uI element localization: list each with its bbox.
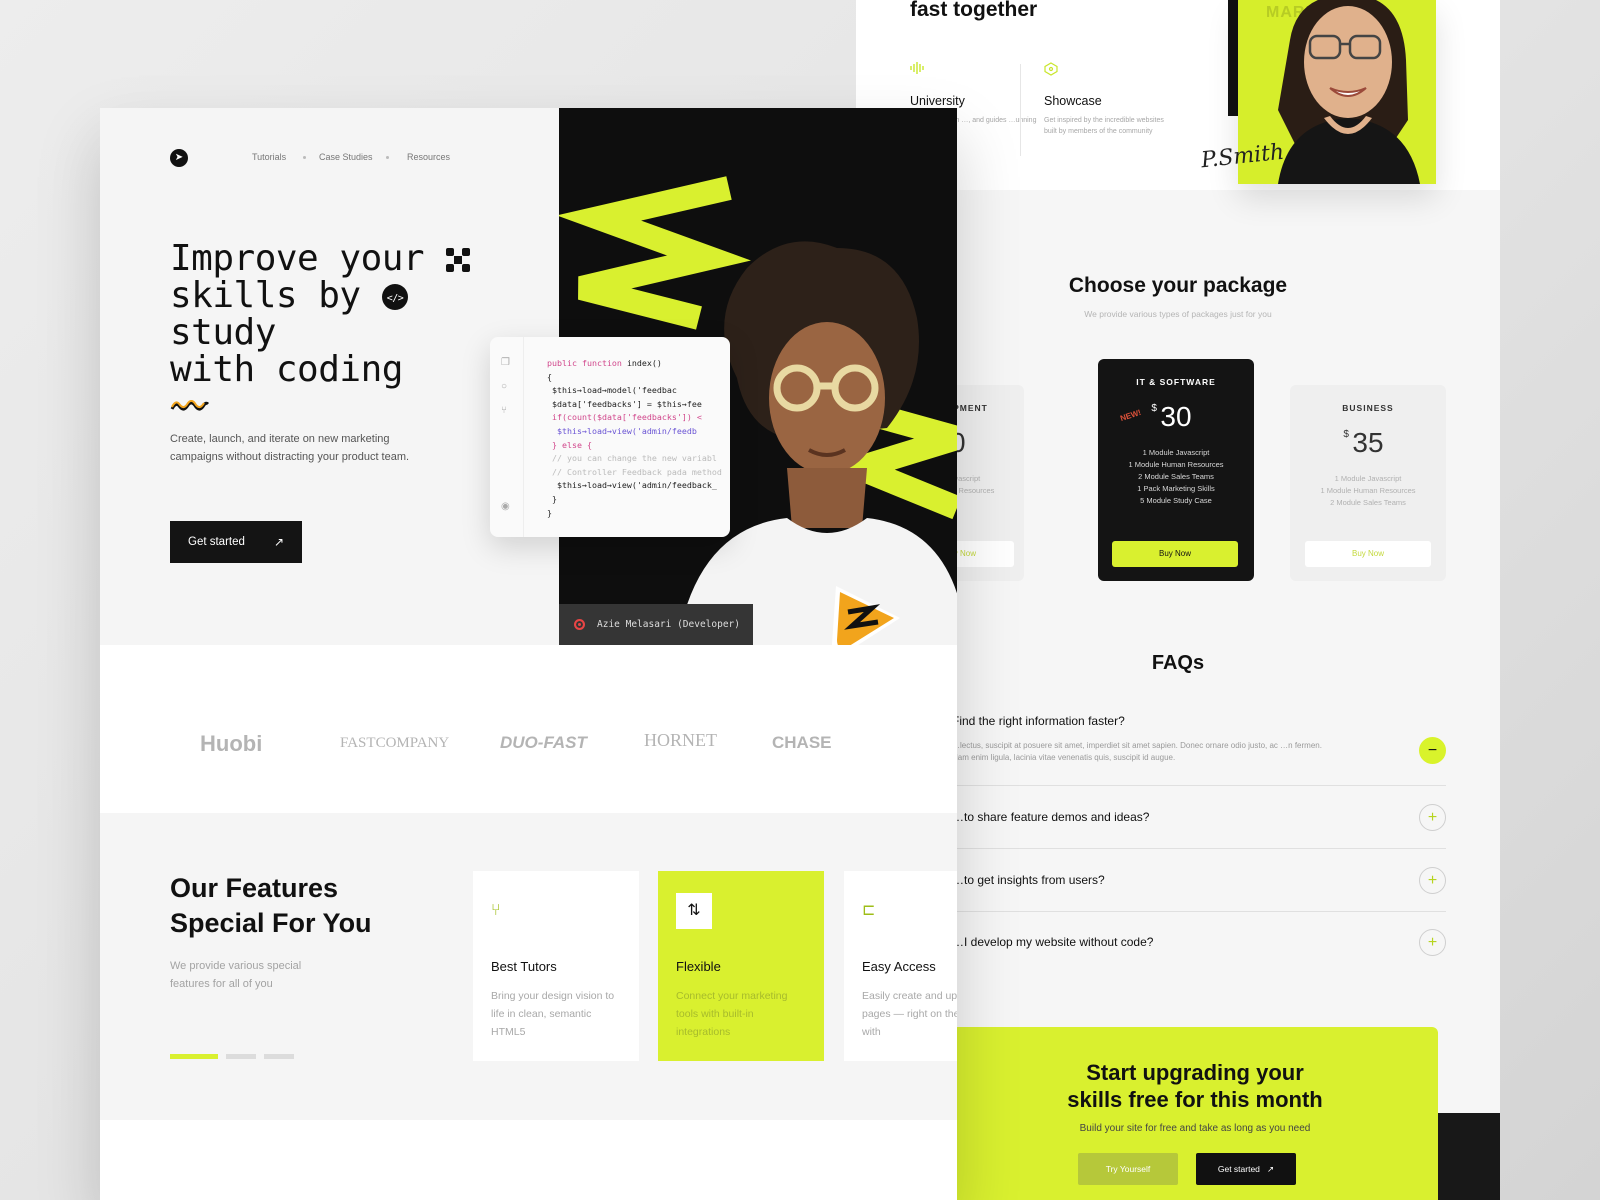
- package-card-it-software: IT & SOFTWARE NEW! $30 1 Module Javascri…: [1098, 359, 1254, 581]
- editor-sidebar: ❐ ○ ⑂ ◉: [490, 337, 524, 537]
- features-title: Our Features Special For You: [170, 873, 372, 938]
- code-editor-card: ❐ ○ ⑂ ◉ public function index() { $this→…: [490, 337, 730, 537]
- faq-question: …to get insights from users?: [952, 873, 1105, 887]
- new-badge: NEW!: [1119, 407, 1143, 424]
- tile-desc: Get inspired by the incredible websites …: [1044, 117, 1164, 135]
- divider: [932, 911, 1446, 912]
- record-icon: [574, 619, 585, 630]
- brand-logo-duofast: DUO-FAST: [500, 733, 587, 752]
- expand-icon[interactable]: +: [1419, 929, 1446, 956]
- brands-section: Huobi FASTCOMPANY DUO-FAST HORNET CHASE: [100, 645, 957, 813]
- git-branch-icon[interactable]: ⑂: [501, 405, 507, 416]
- faq-item[interactable]: Find the right information faster? …lect…: [932, 714, 1446, 786]
- section-title: fast together: [910, 0, 1038, 21]
- get-started-button[interactable]: Get started ↗: [170, 521, 302, 563]
- brand-logo-fastcompany: FASTCOMPANY: [340, 735, 450, 751]
- nav-resources[interactable]: Resources: [407, 152, 450, 162]
- files-icon[interactable]: ❐: [501, 357, 510, 368]
- feature-card-flexible[interactable]: ⇅ Flexible Connect your marketing tools …: [658, 871, 824, 1061]
- grid-cross-icon: [446, 248, 471, 272]
- feature-desc: Connect your marketing tools with built-…: [676, 990, 788, 1038]
- try-yourself-button[interactable]: Try Yourself: [1078, 1153, 1178, 1185]
- arrow-up-right-icon: ↗: [1267, 1164, 1275, 1174]
- next-section: [100, 1120, 957, 1200]
- nav-separator: [386, 156, 389, 159]
- faq-question: Find the right information faster?: [952, 714, 1125, 728]
- cube-dots-icon: [1044, 62, 1058, 76]
- divider: [1020, 64, 1021, 156]
- hero-headline: Improve your skills by </> study with co…: [170, 240, 510, 388]
- carousel-indicator[interactable]: [170, 1046, 302, 1064]
- package-name: BUSINESS: [1342, 403, 1394, 413]
- faq-question: …to share feature demos and ideas?: [952, 810, 1150, 824]
- package-price: $35: [1343, 427, 1384, 458]
- features-subtitle: We provide various special features for …: [170, 960, 302, 990]
- carousel-dot[interactable]: [264, 1054, 294, 1059]
- feature-title: Best Tutors: [491, 959, 557, 974]
- tree-icon: ⊏: [862, 902, 876, 919]
- cta-headline: Start upgrading your skills free for this…: [1067, 1060, 1323, 1112]
- package-features: 1 Module Javascript 1 Module Human Resou…: [1128, 448, 1224, 505]
- cta-subtitle: Build your site for free and take as lon…: [1079, 1123, 1311, 1134]
- svg-text:</>: </>: [386, 293, 403, 304]
- carousel-dot[interactable]: [226, 1054, 256, 1059]
- swap-icon: ⇅: [676, 893, 712, 929]
- brand-logo-chase: CHASE: [772, 733, 832, 752]
- feature-title: Flexible: [676, 959, 721, 974]
- divider: [932, 785, 1446, 786]
- collapse-icon[interactable]: −: [1419, 737, 1446, 764]
- features-section: Our Features Special For You We provide v…: [100, 813, 957, 1120]
- feature-card-best-tutors[interactable]: ⑂ Best Tutors Bring your design vision t…: [473, 871, 639, 1061]
- cta-banner: Start upgrading your skills free for this…: [952, 1027, 1438, 1200]
- video-caption: Azie Melasari (Developer): [559, 604, 753, 645]
- package-card-business: BUSINESS $35 1 Module Javascript 1 Modul…: [1290, 385, 1446, 581]
- nav-separator: [303, 156, 306, 159]
- front-page-screen: ➤ Tutorials Case Studies Resources Impro…: [100, 108, 957, 1200]
- tile-title: Showcase: [1044, 94, 1102, 108]
- hero-lead: Create, launch, and iterate on new marke…: [170, 433, 410, 463]
- buy-now-button[interactable]: Buy Now: [1305, 541, 1431, 567]
- faq-answer: …lectus, suscipit at posuere sit amet, i…: [952, 741, 1322, 762]
- code-icon: </>: [381, 284, 408, 310]
- package-name: IT & SOFTWARE: [1136, 377, 1216, 387]
- feature-desc: Bring your design vision to life in clea…: [491, 990, 615, 1038]
- logo-icon[interactable]: ➤: [170, 149, 188, 167]
- feature-title: Easy Access: [862, 959, 936, 974]
- expand-icon[interactable]: +: [1419, 804, 1446, 831]
- tile-showcase[interactable]: Showcase Get inspired by the incredible …: [1044, 62, 1174, 137]
- expand-icon[interactable]: +: [1419, 867, 1446, 894]
- search-icon[interactable]: ○: [501, 381, 507, 392]
- get-started-button[interactable]: Get started ↗: [1196, 1153, 1296, 1185]
- divider: [932, 848, 1446, 849]
- faq-item[interactable]: …I develop my website without code? +: [952, 929, 1446, 965]
- faq-item[interactable]: …to share feature demos and ideas? +: [932, 804, 1446, 862]
- squiggle-graphic: [170, 400, 210, 411]
- faq-question: …I develop my website without code?: [952, 935, 1154, 949]
- package-price: $30: [1151, 401, 1192, 432]
- account-icon[interactable]: ◉: [501, 501, 510, 512]
- faq-item[interactable]: …to get insights from users? +: [932, 867, 1446, 925]
- feature-card-easy-access[interactable]: ⊏ Easy Access Easily create and update p…: [844, 871, 957, 1061]
- branch-icon: ⑂: [491, 902, 501, 919]
- code-block: public function index() { $this→load→mod…: [547, 358, 722, 518]
- carousel-dot-active[interactable]: [170, 1054, 218, 1059]
- footer-block: [1438, 1113, 1500, 1200]
- package-features: 1 Module Javascript 1 Module Human Resou…: [1320, 474, 1416, 507]
- audio-bars-icon: [910, 62, 924, 76]
- brand-logo-hornet: HORNET: [644, 730, 717, 750]
- nav-case-studies[interactable]: Case Studies: [319, 152, 373, 162]
- feature-desc: Easily create and update pages — right o…: [862, 990, 957, 1038]
- nav-tutorials[interactable]: Tutorials: [252, 152, 286, 162]
- brand-logo-huobi: Huobi: [200, 731, 263, 756]
- buy-now-button[interactable]: Buy Now: [1112, 541, 1238, 567]
- arrow-up-right-icon: ↗: [273, 535, 284, 549]
